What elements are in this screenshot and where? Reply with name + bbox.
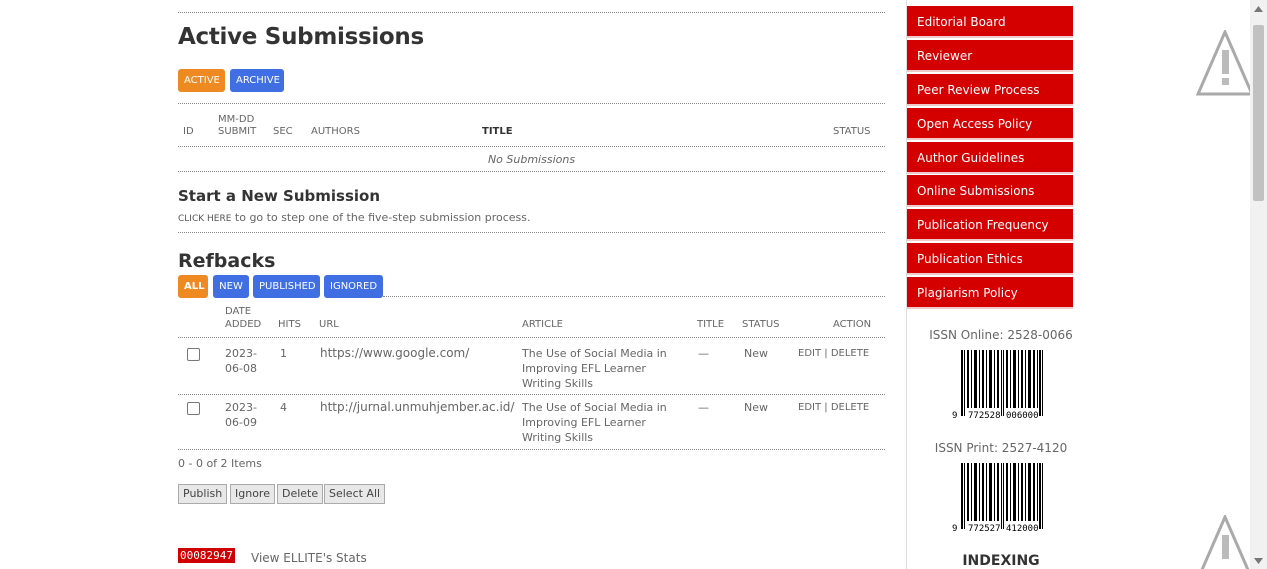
col-authors: AUTHORS <box>311 126 360 137</box>
warning-triangle-icon <box>1200 515 1250 569</box>
col-date: DATE <box>225 306 252 317</box>
row-title: — <box>698 347 709 360</box>
divider <box>178 232 885 233</box>
row-date: 2023- 06-08 <box>225 347 257 375</box>
sidebar-item-reviewer[interactable]: Reviewer <box>907 40 1073 72</box>
select-all-button[interactable]: Select All <box>324 484 386 504</box>
delete-link[interactable]: DELETE <box>831 348 869 359</box>
vertical-scrollbar[interactable] <box>1250 0 1267 569</box>
new-submission-title: Start a New Submission <box>178 187 381 205</box>
row-article: The Use of Social Media in Improving EFL … <box>522 401 667 444</box>
row-checkbox[interactable] <box>187 402 200 415</box>
col-id: ID <box>183 126 194 137</box>
click-here-link[interactable]: CLICK HERE <box>178 214 231 224</box>
row-hits: 4 <box>280 401 287 414</box>
barcode-digits: 772527 <box>968 524 1001 534</box>
active-submissions-title: Active Submissions <box>178 24 424 50</box>
barcode-print: 9 772527 412000 <box>952 463 1043 534</box>
row-status: New <box>744 347 768 360</box>
sidebar-item-publication-frequency[interactable]: Publication Frequency <box>907 209 1073 241</box>
view-stats-link[interactable]: View ELLITE's Stats <box>251 551 367 565</box>
col-sec: SEC <box>273 126 293 137</box>
col-status: STATUS <box>742 319 780 330</box>
barcode-digit: 9 <box>952 411 957 421</box>
barcode-digits: 006000 <box>1006 411 1039 421</box>
row-checkbox[interactable] <box>187 348 200 361</box>
divider <box>383 296 885 297</box>
barcode-digits: 412000 <box>1006 524 1039 534</box>
scrollbar-thumb[interactable] <box>1253 25 1264 201</box>
warning-triangle-icon <box>1196 30 1254 96</box>
col-status: STATUS <box>833 126 871 137</box>
col-article: ARTICLE <box>522 319 563 330</box>
delete-link[interactable]: DELETE <box>831 402 869 413</box>
empty-message: No Submissions <box>487 153 576 166</box>
divider <box>178 337 885 338</box>
row-url-link[interactable]: http://jurnal.unmuhjember.ac.id/ <box>320 400 514 415</box>
divider <box>178 146 885 147</box>
chevron-up-icon[interactable] <box>1254 6 1263 12</box>
new-submission-text: CLICK HERE to go to step one of the five… <box>178 211 531 224</box>
row-title: — <box>698 401 709 414</box>
barcode-digits: 772528 <box>968 411 1001 421</box>
items-count: 0 - 0 of 2 Items <box>178 457 262 470</box>
sidebar-item-editorial-board[interactable]: Editorial Board <box>907 6 1073 38</box>
edit-link[interactable]: EDIT <box>798 348 821 359</box>
col-mmdd: MM-DD <box>218 114 255 125</box>
divider <box>178 449 885 450</box>
col-submit: SUBMIT <box>218 126 257 137</box>
issn-print: ISSN Print: 2527-4120 <box>934 441 1068 455</box>
tab-new[interactable]: NEW <box>213 275 249 298</box>
row-status: New <box>744 401 768 414</box>
tab-all[interactable]: ALL <box>178 275 208 298</box>
col-added: ADDED <box>225 319 262 330</box>
sidebar: Editorial Board Reviewer Peer Review Pro… <box>906 0 1073 569</box>
sidebar-item-plagiarism-policy[interactable]: Plagiarism Policy <box>907 277 1073 309</box>
indexing-title: INDEXING <box>962 553 1040 569</box>
col-action: ACTION <box>833 319 872 330</box>
col-title: TITLE <box>697 319 725 330</box>
divider <box>178 12 885 13</box>
tab-ignored[interactable]: IGNORED <box>324 275 383 298</box>
ignore-button[interactable]: Ignore <box>230 484 275 504</box>
divider <box>178 394 885 395</box>
row-actions: EDIT | DELETE <box>798 348 870 359</box>
publish-button[interactable]: Publish <box>178 484 228 504</box>
sidebar-item-publication-ethics[interactable]: Publication Ethics <box>907 243 1073 275</box>
tab-published[interactable]: PUBLISHED <box>253 275 320 298</box>
chevron-down-icon[interactable] <box>1254 558 1263 564</box>
row-url-link[interactable]: https://www.google.com/ <box>320 346 469 361</box>
sidebar-item-online-submissions[interactable]: Online Submissions <box>907 175 1073 207</box>
tab-archive[interactable]: ARCHIVE <box>230 69 284 92</box>
row-actions: EDIT | DELETE <box>798 402 870 413</box>
barcode-digit: 9 <box>952 524 957 534</box>
col-url: URL <box>319 319 339 330</box>
visitor-counter: 00082947 <box>178 548 235 563</box>
divider <box>178 171 885 172</box>
row-hits: 1 <box>280 347 287 360</box>
barcode-online: 9 772528 006000 <box>952 350 1043 421</box>
tab-active[interactable]: ACTIVE <box>178 69 225 92</box>
row-date: 2023- 06-09 <box>225 401 257 429</box>
sidebar-item-author-guidelines[interactable]: Author Guidelines <box>907 142 1073 174</box>
row-article: The Use of Social Media in Improving EFL … <box>522 347 667 390</box>
issn-online: ISSN Online: 2528-0066 <box>929 328 1073 342</box>
divider <box>178 103 885 104</box>
edit-link[interactable]: EDIT <box>798 402 821 413</box>
col-hits: HITS <box>278 319 301 330</box>
sidebar-item-peer-review[interactable]: Peer Review Process <box>907 74 1073 106</box>
refbacks-title: Refbacks <box>178 250 276 272</box>
col-title: TITLE <box>482 126 513 137</box>
sidebar-item-open-access[interactable]: Open Access Policy <box>907 108 1073 140</box>
delete-button[interactable]: Delete <box>277 484 324 504</box>
